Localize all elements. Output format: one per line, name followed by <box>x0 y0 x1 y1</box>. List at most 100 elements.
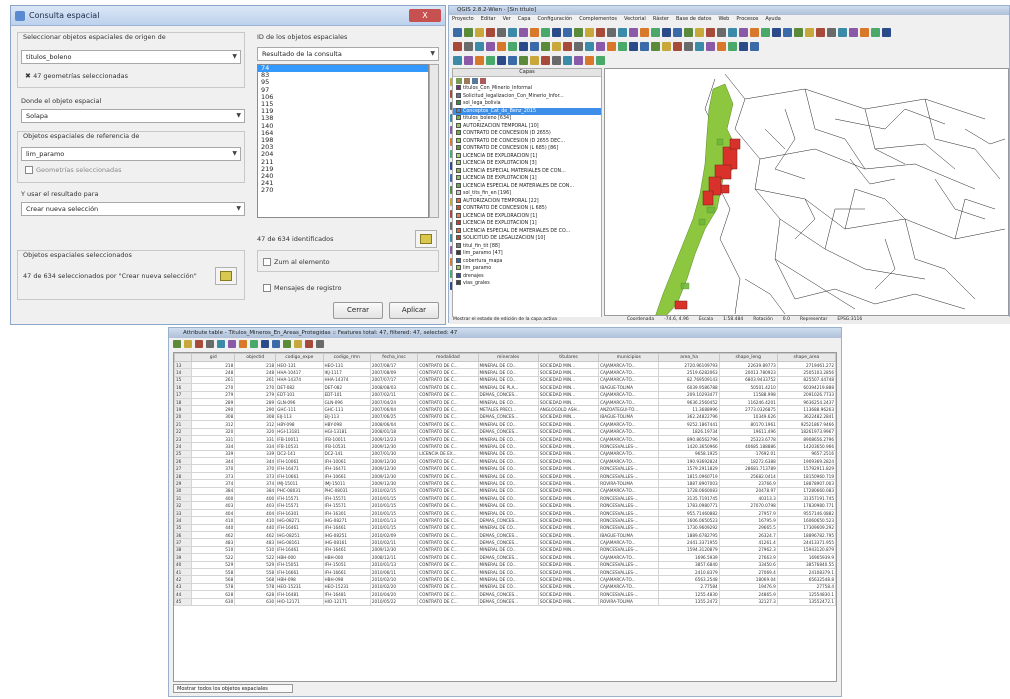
table-cell[interactable]: EIJ-113 <box>275 412 324 422</box>
table-cell[interactable]: 11.3688996 <box>658 405 720 414</box>
toolbar-tool-icon[interactable] <box>552 55 561 65</box>
apply-button[interactable]: Aplicar <box>389 302 439 319</box>
table-cell[interactable]: IFH-16461 <box>322 545 371 555</box>
table-cell[interactable]: 2008/08/03 <box>369 383 419 392</box>
table-cell[interactable]: 344 <box>234 457 277 466</box>
table-cell[interactable]: 2009/12/30 <box>369 471 419 481</box>
table-cell[interactable]: 2009/12/30 <box>369 457 419 466</box>
table-cell[interactable]: HBH-000 <box>322 553 371 562</box>
table-cell[interactable]: SOCIEDAD MIN... <box>537 501 600 510</box>
table-row[interactable]: 27 370 370 IFH-16471 IFH-16471 2009/12/30 CONT… <box>174 464 836 473</box>
table-cell[interactable]: 630 <box>191 597 236 606</box>
table-cell[interactable]: 15792911.829 <box>776 464 836 473</box>
toolbar-tool-icon[interactable] <box>475 55 484 65</box>
row-header[interactable]: 15 <box>174 375 193 385</box>
table-cell[interactable]: MINERAL DE CO... <box>477 375 539 385</box>
table-cell[interactable]: MINERAL DE CO... <box>477 434 539 444</box>
remove-layer-icon[interactable] <box>480 78 486 84</box>
attribute-tool-icon[interactable] <box>283 340 291 348</box>
table-cell[interactable]: 279 <box>234 390 277 399</box>
table-cell[interactable]: SOCIEDAD MIN... <box>537 590 600 599</box>
layer-item[interactable]: cobertura_mapa <box>453 257 601 266</box>
table-cell[interactable]: 17692.01 <box>718 449 778 459</box>
toolbar-tool-icon[interactable] <box>695 27 704 37</box>
close-icon[interactable]: X <box>409 9 441 22</box>
row-header[interactable]: 30 <box>174 486 193 496</box>
toolbar-tool-icon[interactable] <box>574 27 583 37</box>
table-cell[interactable]: 18261973.9967 <box>776 427 836 436</box>
table-cell[interactable]: 2009/12/30 <box>369 442 419 451</box>
toolbar-tool-icon[interactable] <box>508 27 517 37</box>
toolbar-tool-icon[interactable] <box>530 41 539 51</box>
table-cell[interactable]: RONCESVALLES-... <box>598 590 660 599</box>
table-cell[interactable]: 2010/02/10 <box>369 575 419 584</box>
attribute-tool-icon[interactable] <box>184 340 192 348</box>
table-cell[interactable]: HBH-000 <box>275 553 324 562</box>
table-cell[interactable]: 312 <box>234 420 277 429</box>
toolbar-tool-icon[interactable] <box>596 27 605 37</box>
table-cell[interactable]: 9636.2560452 <box>658 397 720 407</box>
table-cell[interactable]: SOCIEDAD MIN... <box>537 397 600 407</box>
table-row[interactable]: 22 320 320 HGI-13181 HGI-13181 2008/01/18 CONT… <box>174 427 836 436</box>
table-cell[interactable]: IFB-10011 <box>275 434 324 444</box>
scale-value[interactable]: 1:58.484 <box>723 317 743 324</box>
table-cell[interactable]: 2009/12/23 <box>369 434 419 444</box>
attribute-tool-icon[interactable] <box>195 340 203 348</box>
table-cell[interactable]: 558 <box>234 567 277 577</box>
table-cell[interactable]: MINERAL DE CO... <box>477 545 539 555</box>
table-cell[interactable]: IHG-08251 <box>275 530 324 540</box>
show-all-features-dropdown[interactable]: Mostrar todos los objetos espaciales <box>173 684 293 693</box>
table-cell[interactable]: 290 <box>234 405 277 414</box>
table-cell[interactable]: 92521867.9466 <box>776 420 836 429</box>
table-row[interactable]: 36 462 462 IHG-08251 IHG-08251 2010/02/09 CONT… <box>174 530 836 540</box>
table-cell[interactable]: HBY-098 <box>322 420 371 429</box>
row-header[interactable]: 31 <box>174 494 193 503</box>
table-row[interactable]: 15 261 261 HHA-14374 HHA-14374 2007/07/17 CONT… <box>174 375 836 385</box>
table-cell[interactable]: 370 <box>234 464 277 473</box>
table-cell[interactable]: HBY-098 <box>275 420 324 429</box>
table-cell[interactable]: 403 <box>191 501 236 510</box>
layer-item[interactable]: LICENCIA ESPECIAL DE MATERIALES DE CO... <box>453 227 601 236</box>
table-cell[interactable]: HIO-12171 <box>275 597 324 606</box>
table-cell[interactable]: 2007/06/04 <box>369 405 419 414</box>
layer-item[interactable]: SOLICITUD DE LEGALIZACION [10] <box>453 235 601 243</box>
toolbar-tool-icon[interactable] <box>849 27 858 37</box>
table-cell[interactable]: 1255.4830 <box>658 590 720 599</box>
table-cell[interactable]: MINERAL DE CO... <box>477 464 539 473</box>
table-cell[interactable]: CAJAMARCA-TO... <box>598 449 660 459</box>
toolbar-tool-icon[interactable] <box>838 27 847 37</box>
table-cell[interactable]: RONCESVALLES-... <box>598 523 660 533</box>
table-cell[interactable]: IBAGUE-TOLIMA <box>598 383 660 392</box>
table-cell[interactable]: DC2-141 <box>322 449 371 459</box>
table-cell[interactable]: 40313.3 <box>718 494 778 503</box>
table-row[interactable]: 25 339 339 DC2-141 DC2-141 2007/01/30 LICENCIA… <box>174 449 836 459</box>
table-cell[interactable]: 26324.7 <box>718 530 778 540</box>
table-cell[interactable]: 2441.3371955 <box>658 538 720 547</box>
table-cell[interactable]: 27663.9 <box>718 553 778 562</box>
table-row[interactable]: 35 440 440 IFH-16461 IFH-16461 2010/01/15 CONT… <box>174 523 836 533</box>
layer-item[interactable]: LICENCIA DE EXPLORACION [1] <box>453 212 601 221</box>
table-cell[interactable]: CONTRATO DE C... <box>417 434 479 444</box>
table-cell[interactable]: 1728.0660083 <box>658 486 720 496</box>
table-cell[interactable]: 6039.9586788 <box>658 383 720 392</box>
table-cell[interactable]: SOCIEDAD MIN... <box>537 538 600 547</box>
row-header[interactable]: 19 <box>174 405 193 414</box>
table-cell[interactable]: CONTRATO DE C... <box>417 479 479 488</box>
checkbox[interactable] <box>25 166 33 174</box>
table-cell[interactable]: IMJ-15011 <box>322 479 371 488</box>
id-list-item[interactable]: 241 <box>258 180 428 187</box>
table-cell[interactable]: 27069.4 <box>718 567 778 577</box>
toolbar-tool-icon[interactable] <box>475 27 484 37</box>
table-cell[interactable]: METALES PRECI... <box>477 405 539 414</box>
row-header[interactable]: 45 <box>174 597 193 606</box>
table-cell[interactable]: 2091026.7733 <box>776 390 836 399</box>
table-row[interactable]: 38 510 510 IFH-16461 IFH-16461 2009/12/30 CONT… <box>174 545 836 555</box>
add-layer-icon[interactable] <box>456 78 462 84</box>
toolbar-tool-icon[interactable] <box>596 55 605 65</box>
table-cell[interactable]: SOCIEDAD MIN... <box>537 368 600 377</box>
row-header[interactable]: 40 <box>174 560 193 569</box>
table-cell[interactable]: GHC-111 <box>275 405 324 414</box>
table-cell[interactable]: IFH-10061 <box>322 457 371 466</box>
table-cell[interactable]: 9557146.0882 <box>776 508 836 518</box>
table-cell[interactable]: 2010/02/20 <box>369 582 419 592</box>
